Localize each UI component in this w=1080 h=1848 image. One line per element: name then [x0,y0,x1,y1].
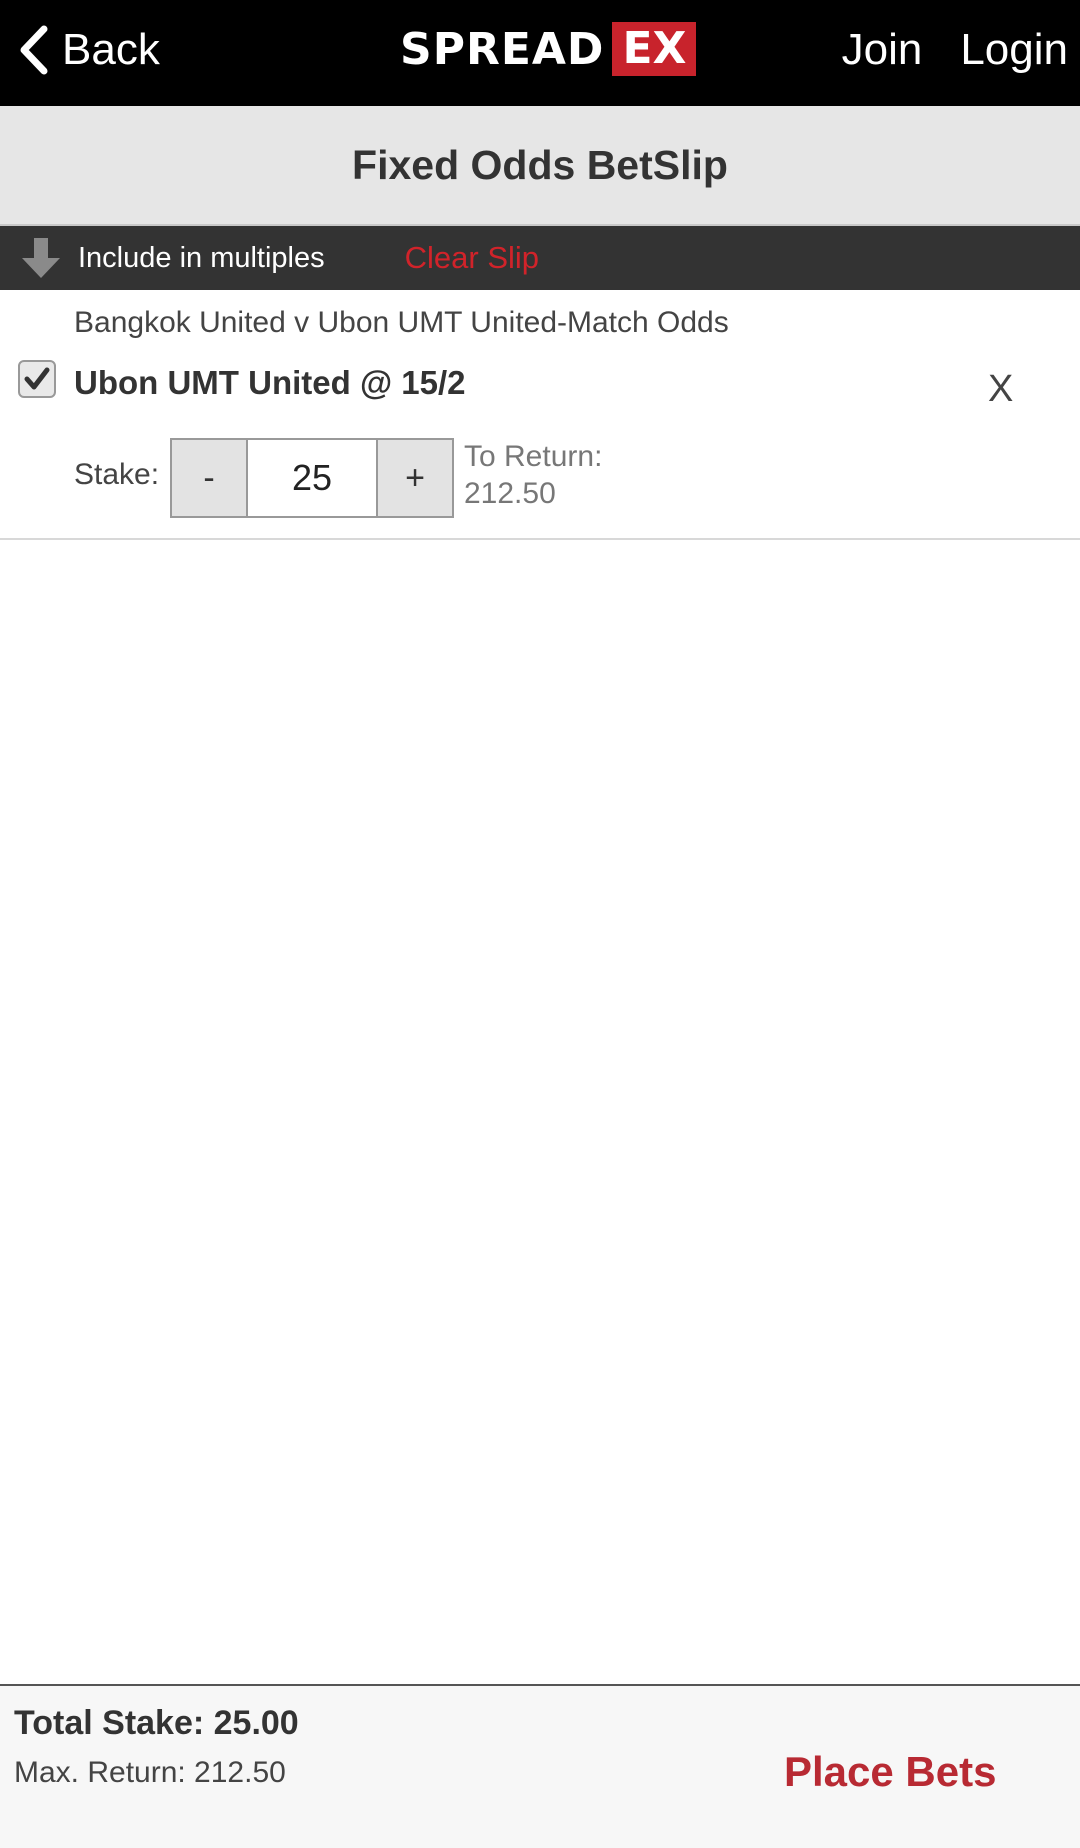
back-label: Back [62,25,160,74]
remove-bet-button[interactable]: X [988,368,1013,411]
join-link[interactable]: Join [842,25,923,75]
account-nav: Join Login [842,18,1068,82]
total-stake: Total Stake: 25.00 [14,1704,299,1742]
login-link[interactable]: Login [960,25,1068,75]
logo-text: SPREAD [400,23,605,75]
event-name: Bangkok United v Ubon UMT United-Match O… [74,306,729,339]
multiples-toolbar: Include in multiples Clear Slip [0,226,1080,290]
stake-input[interactable]: 25 [246,440,378,516]
checkmark-icon [24,367,50,390]
place-bets-button[interactable]: Place Bets [784,1748,996,1796]
logo-badge: EX [612,22,697,76]
include-multiples-label[interactable]: Include in multiples [78,242,325,275]
bet-checkbox[interactable] [18,360,56,398]
to-return-value: 212.50 [464,477,556,510]
bet-item: Bangkok United v Ubon UMT United-Match O… [0,290,1080,540]
stake-label: Stake: [74,458,160,491]
betslip-footer: Total Stake: 25.00 Max. Return: 212.50 P… [0,1684,1080,1848]
page-title: Fixed Odds BetSlip [352,141,728,188]
back-button[interactable]: Back [16,18,160,82]
max-return: Max. Return: 212.50 [14,1756,286,1789]
arrow-down-icon[interactable] [20,236,62,280]
stake-stepper: - 25 + [170,438,454,518]
top-bar: Back SPREAD EX Join Login [0,0,1080,106]
page-title-band: Fixed Odds BetSlip [0,106,1080,226]
clear-slip-button[interactable]: Clear Slip [405,240,539,276]
to-return: To Return: 212.50 [464,438,602,512]
spreadex-logo: SPREAD EX [400,22,697,76]
stake-decrease-button[interactable]: - [172,440,246,516]
stake-increase-button[interactable]: + [378,440,452,516]
selection-odds: Ubon UMT United @ 15/2 [74,364,466,401]
chevron-left-icon [20,25,48,75]
to-return-label: To Return: [464,440,603,473]
